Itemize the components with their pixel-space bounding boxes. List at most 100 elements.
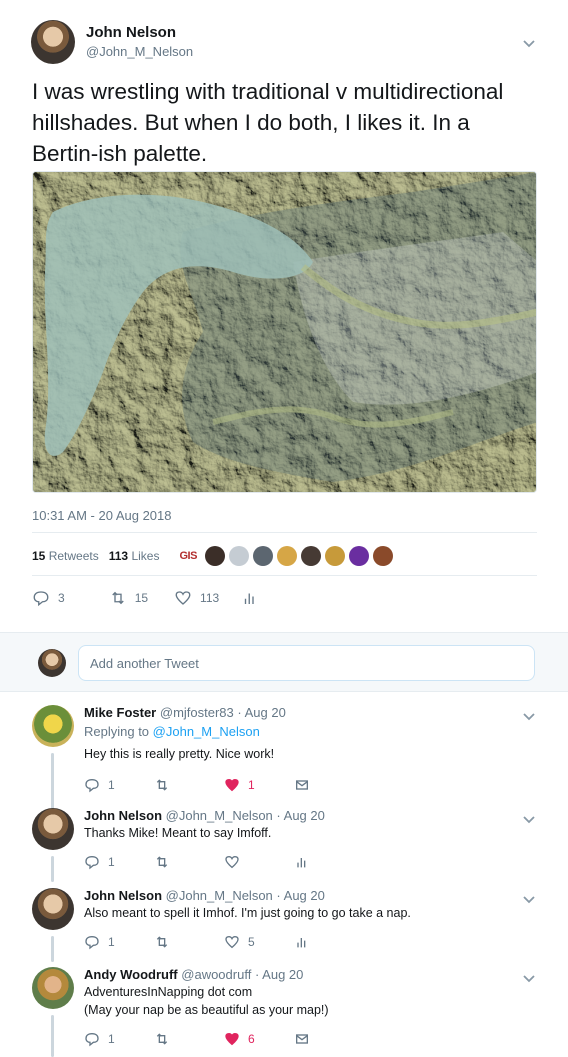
- reply-author-name[interactable]: Andy Woodruff: [84, 967, 178, 982]
- retweet-button[interactable]: [154, 854, 224, 870]
- message-icon: [296, 1034, 308, 1044]
- reply-icon: [85, 855, 99, 870]
- author-handle[interactable]: @John_M_Nelson: [86, 44, 193, 59]
- reply-text-line: Also meant to spell it Imhof. I'm just g…: [84, 906, 411, 920]
- reply-avatar[interactable]: [32, 888, 74, 930]
- analytics-button[interactable]: [294, 934, 364, 950]
- reply-header: John Nelson @John_M_Nelson · Aug 20: [84, 888, 325, 903]
- reply-author-handle[interactable]: @mjfoster83: [160, 705, 234, 720]
- reply-icon: [85, 935, 99, 950]
- reply-avatar[interactable]: [32, 705, 74, 747]
- like-count: 6: [248, 1032, 255, 1046]
- divider: [32, 575, 537, 576]
- reply-text: Hey this is really pretty. Nice work!: [84, 745, 274, 763]
- liker-avatar[interactable]: [228, 546, 249, 566]
- heart-icon: [225, 855, 239, 869]
- thread-line: [51, 856, 54, 882]
- reply-actions: 1 5: [84, 934, 364, 950]
- liker-avatar[interactable]: [348, 546, 369, 566]
- reply-button[interactable]: 1: [84, 934, 154, 950]
- like-button[interactable]: [224, 854, 294, 870]
- reply-header: John Nelson @John_M_Nelson · Aug 20: [84, 808, 325, 823]
- reply-text-line: AdventuresInNapping dot com: [84, 985, 253, 999]
- reply-author-name[interactable]: John Nelson: [84, 808, 162, 823]
- like-button[interactable]: 5: [224, 934, 294, 950]
- tweet-actions: 3 15 113: [32, 588, 291, 608]
- tweet-map-image[interactable]: [32, 171, 537, 493]
- liker-avatar[interactable]: [372, 546, 393, 566]
- reply-text: AdventuresInNapping dot com (May your na…: [84, 983, 329, 1019]
- liker-avatar[interactable]: [204, 546, 225, 566]
- likes-label: Likes: [131, 549, 160, 563]
- liker-avatar[interactable]: [276, 546, 297, 566]
- chevron-down-icon[interactable]: [522, 36, 536, 48]
- author-name[interactable]: John Nelson: [86, 24, 176, 41]
- retweets-stat[interactable]: 15 Retweets: [32, 549, 99, 563]
- like-button[interactable]: 6: [224, 1031, 294, 1047]
- likes-stat[interactable]: 113 Likes: [109, 549, 160, 563]
- reply-author-handle[interactable]: @awoodruff: [181, 967, 251, 982]
- chevron-down-icon[interactable]: [522, 892, 536, 904]
- add-tweet-input[interactable]: Add another Tweet: [78, 645, 535, 681]
- analytics-button[interactable]: [241, 589, 267, 607]
- replying-to: Replying to @John_M_Nelson: [84, 724, 260, 739]
- reply-count: 1: [108, 1032, 115, 1046]
- retweet-count: 15: [134, 591, 149, 605]
- retweet-button[interactable]: [154, 1031, 224, 1047]
- liker-avatar[interactable]: [252, 546, 273, 566]
- reply-author-handle[interactable]: @John_M_Nelson: [166, 888, 273, 903]
- reply-text: Also meant to spell it Imhof. I'm just g…: [84, 904, 411, 922]
- reply-author-name[interactable]: John Nelson: [84, 888, 162, 903]
- reply-date[interactable]: · Aug 20: [255, 967, 303, 982]
- tweet-text: I was wrestling with traditional v multi…: [32, 79, 504, 166]
- retweet-button[interactable]: 15: [109, 589, 148, 607]
- chevron-down-icon[interactable]: [522, 812, 536, 824]
- retweet-icon: [156, 1033, 168, 1045]
- reply-avatar[interactable]: [32, 967, 74, 1009]
- reply-actions: 1: [84, 854, 364, 870]
- reply-date[interactable]: · Aug 20: [276, 888, 324, 903]
- reply-icon: [85, 1032, 99, 1047]
- message-button[interactable]: [294, 777, 364, 793]
- heart-icon: [225, 778, 239, 792]
- liker-avatar[interactable]: [300, 546, 321, 566]
- message-button[interactable]: [294, 1031, 364, 1047]
- replying-to-link[interactable]: @John_M_Nelson: [153, 724, 260, 739]
- reply-button[interactable]: 3: [32, 589, 65, 607]
- reply-button[interactable]: 1: [84, 777, 154, 793]
- chevron-down-icon[interactable]: [522, 971, 536, 983]
- reply-button[interactable]: 1: [84, 854, 154, 870]
- thread-line: [51, 936, 54, 962]
- reply-button[interactable]: 1: [84, 1031, 154, 1047]
- reply-author-name[interactable]: Mike Foster: [84, 705, 156, 720]
- analytics-button[interactable]: [294, 854, 364, 870]
- liker-gis-badge[interactable]: GIS: [179, 550, 197, 562]
- retweet-button[interactable]: [154, 934, 224, 950]
- liker-avatar[interactable]: [324, 546, 345, 566]
- thread-line: [51, 1015, 54, 1057]
- reply-text-line: Thanks Mike! Meant to say Imfoff.: [84, 826, 272, 840]
- reply-count: 1: [108, 935, 115, 949]
- reply-avatar[interactable]: [32, 808, 74, 850]
- like-button[interactable]: 1: [224, 777, 294, 793]
- reply-count: 1: [108, 855, 115, 869]
- current-user-avatar[interactable]: [38, 649, 66, 677]
- chevron-down-icon[interactable]: [522, 709, 536, 721]
- tweet-stats: 15 Retweets 113 Likes GIS: [32, 546, 393, 566]
- heart-icon: [225, 935, 239, 949]
- reply-header: Mike Foster @mjfoster83 · Aug 20: [84, 705, 286, 720]
- like-count: 1: [248, 778, 255, 792]
- reply-date[interactable]: · Aug 20: [237, 705, 285, 720]
- reply-text-line: Hey this is really pretty. Nice work!: [84, 747, 275, 761]
- reply-author-handle[interactable]: @John_M_Nelson: [166, 808, 273, 823]
- retweet-icon: [156, 856, 168, 868]
- like-button[interactable]: 113: [174, 589, 219, 607]
- reply-date[interactable]: · Aug 20: [276, 808, 324, 823]
- tweet-timestamp[interactable]: 10:31 AM - 20 Aug 2018: [32, 508, 172, 523]
- like-count: 5: [248, 935, 255, 949]
- analytics-icon: [297, 938, 306, 948]
- replying-to-prefix: Replying to: [84, 724, 150, 739]
- author-avatar[interactable]: [31, 20, 75, 64]
- likes-count: 113: [108, 549, 129, 563]
- retweet-button[interactable]: [154, 777, 224, 793]
